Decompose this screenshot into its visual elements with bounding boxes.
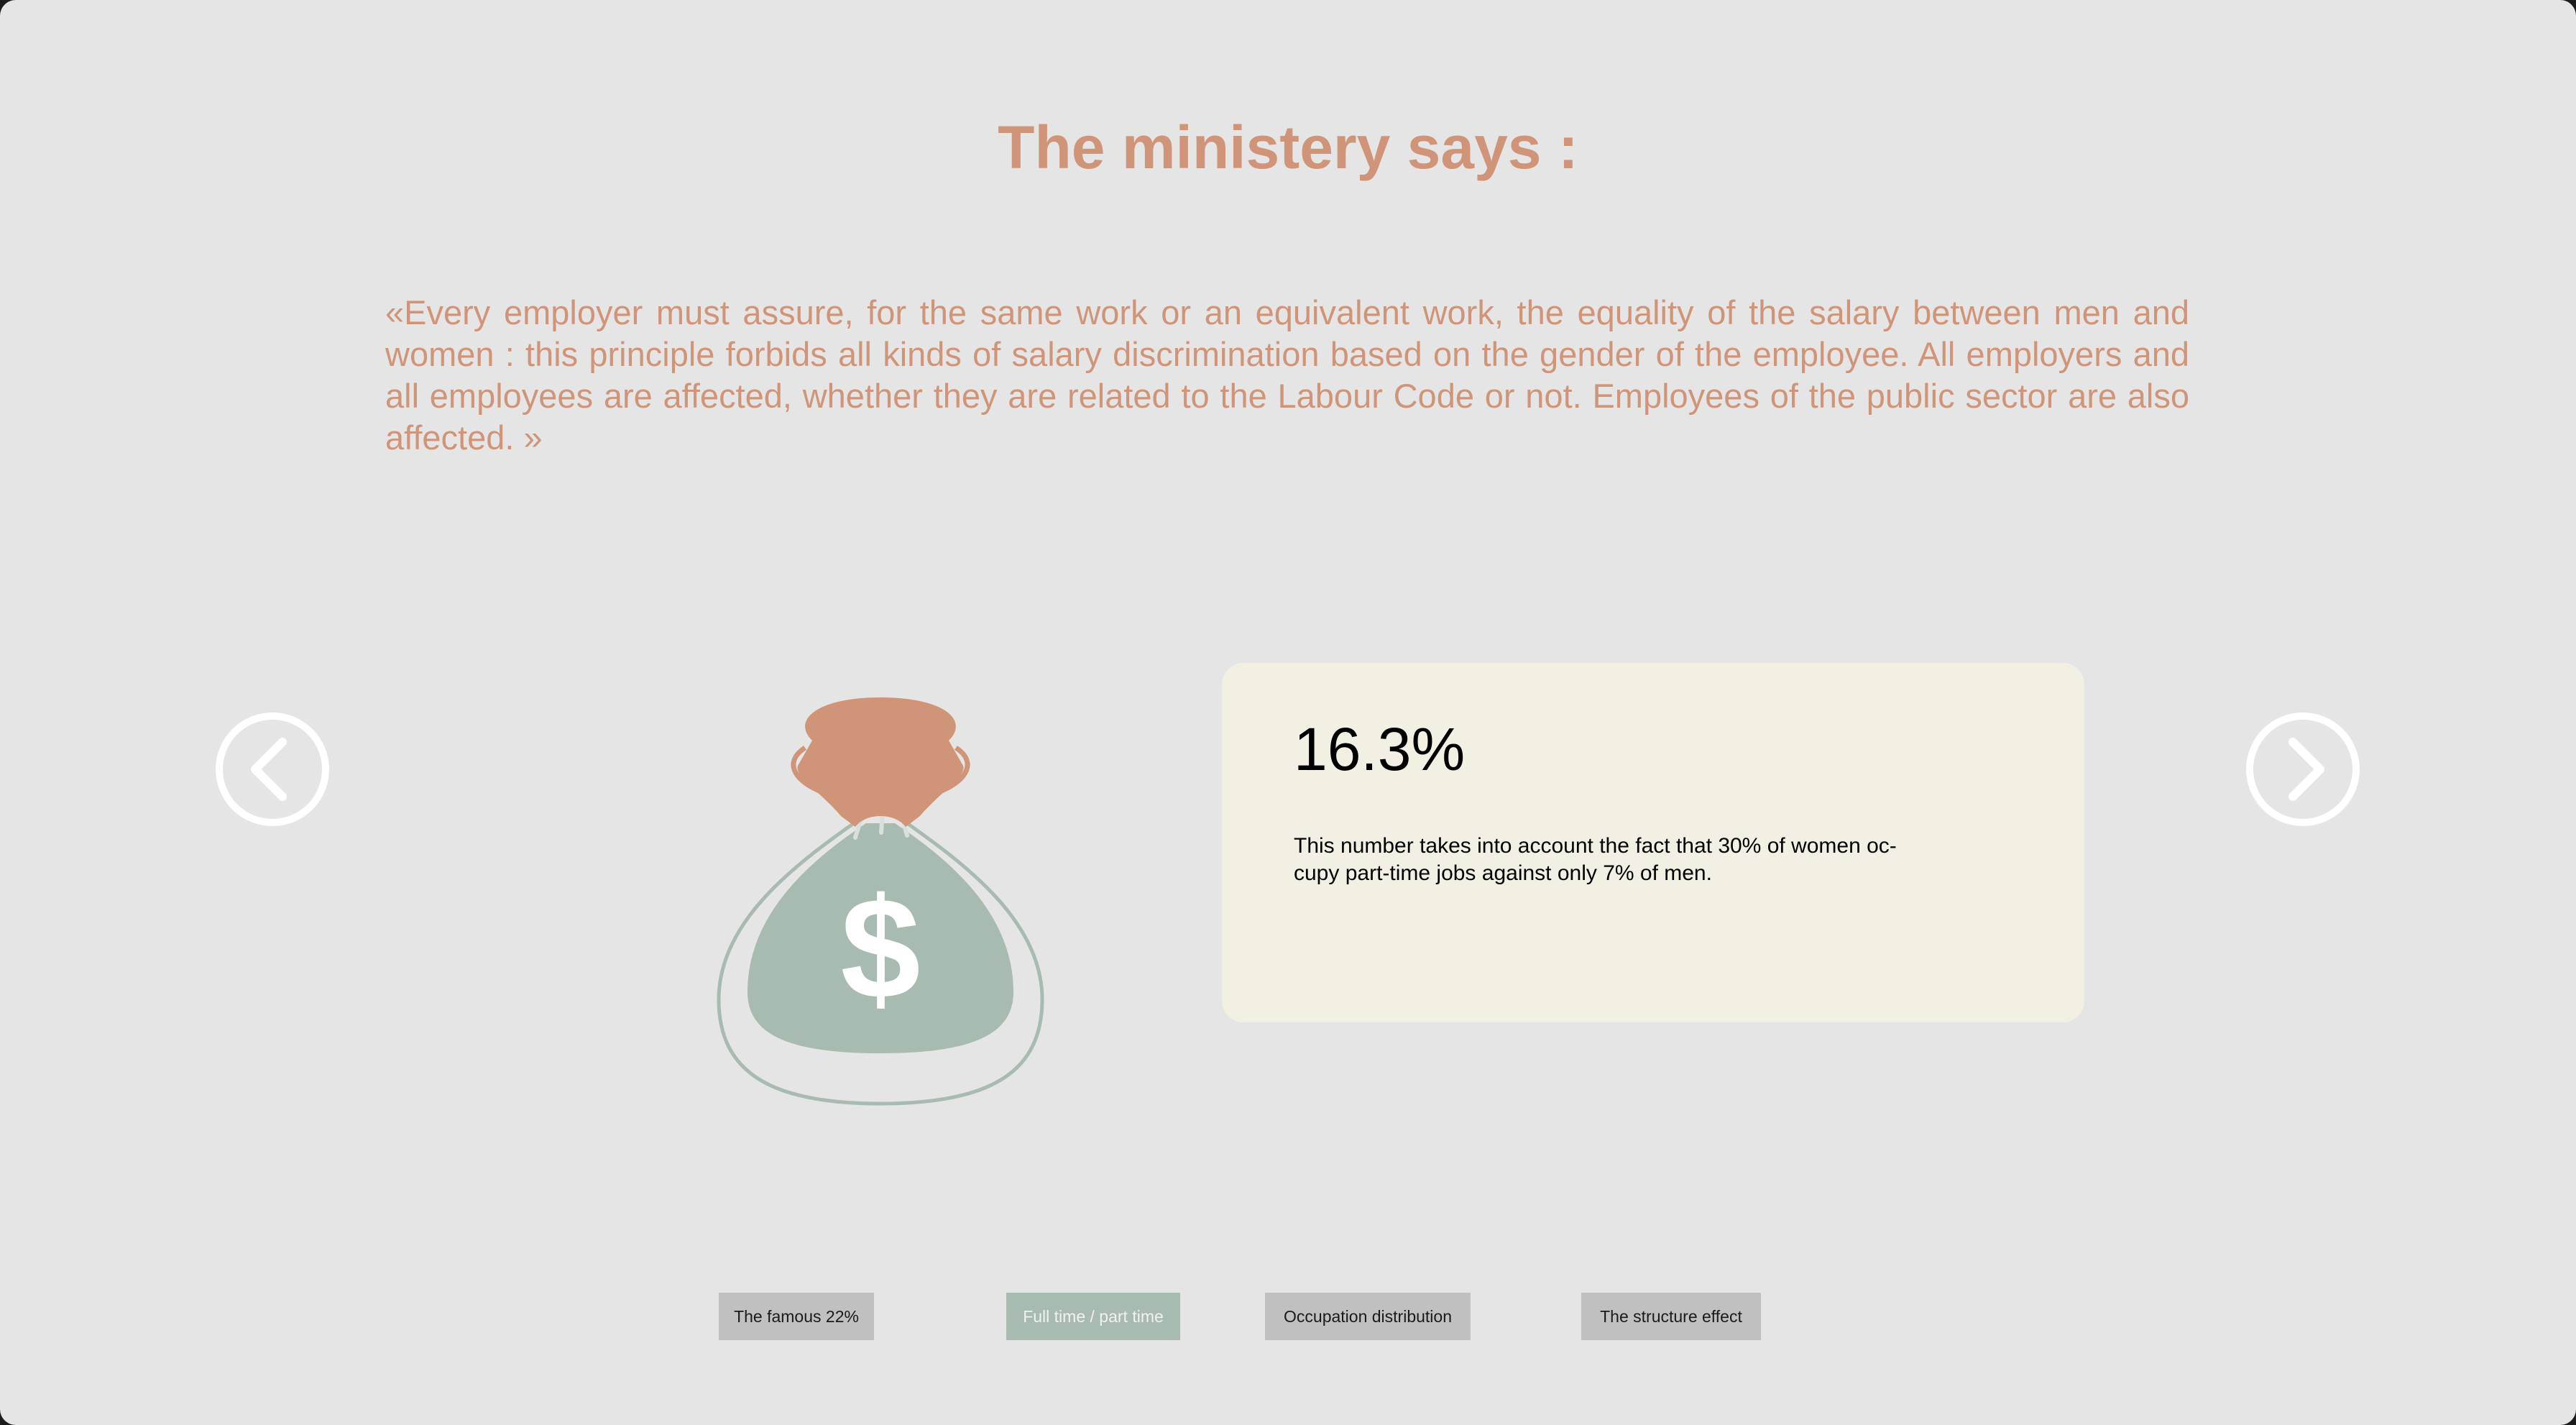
- tab-label: The famous 22%: [734, 1306, 859, 1326]
- tab-full-time-part-time[interactable]: Full time / part time: [1006, 1293, 1180, 1340]
- tab-occupation-distribution[interactable]: Occupation distribution: [1265, 1293, 1471, 1340]
- tab-label: The structure effect: [1600, 1306, 1742, 1326]
- money-bag-illustration: $: [712, 683, 1049, 1114]
- tab-famous-22[interactable]: The famous 22%: [719, 1293, 874, 1340]
- tab-structure-effect[interactable]: The structure effect: [1581, 1293, 1761, 1340]
- ministry-quote: «Every employer must assure, for the sam…: [385, 293, 2189, 457]
- tab-label: Occupation distribution: [1284, 1306, 1452, 1326]
- page-title: The ministery says :: [998, 114, 1578, 181]
- chevron-left-circle-icon: [216, 712, 329, 826]
- next-arrow-button[interactable]: [2244, 710, 2362, 828]
- tab-label: Full time / part time: [1023, 1306, 1164, 1326]
- dollar-symbol: $: [840, 869, 921, 1029]
- statistic-value: 16.3%: [1294, 715, 1466, 783]
- statistic-description: This number takes into account the fact …: [1294, 834, 1897, 885]
- previous-arrow-button[interactable]: [213, 710, 331, 828]
- page: The ministery says : «Every employer mus…: [0, 0, 2576, 1425]
- chevron-right-circle-icon: [2246, 712, 2360, 826]
- statistic-card: 16.3% This number takes into account the…: [1222, 663, 2084, 1022]
